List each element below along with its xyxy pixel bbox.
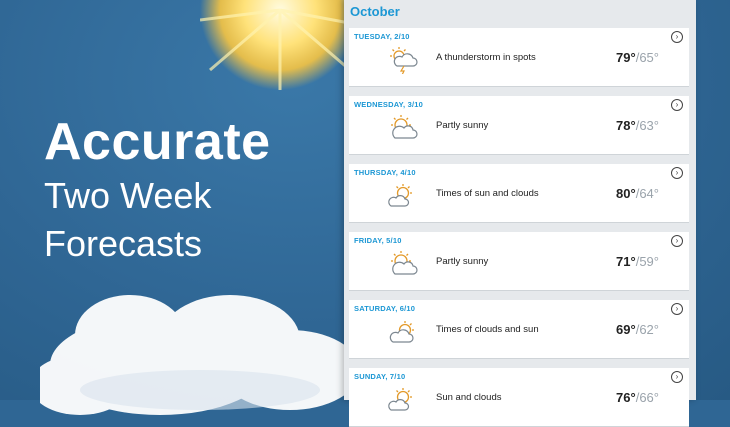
- forecast-temperature: 71°/59°: [616, 254, 659, 269]
- low-temp: /59°: [635, 254, 659, 269]
- chevron-right-icon[interactable]: ›: [671, 167, 683, 179]
- forecast-panel: October TUESDAY, 2/10 A thunderstorm in …: [344, 0, 696, 427]
- promo-line-three: Forecasts: [44, 223, 203, 264]
- low-temp: /65°: [635, 50, 659, 65]
- forecast-date: SATURDAY, 6/10: [354, 304, 416, 313]
- forecast-description: Times of sun and clouds: [436, 188, 539, 199]
- forecast-card-tuesday[interactable]: TUESDAY, 2/10 A thunderstorm in spots 79…: [349, 28, 689, 87]
- high-temp: 69°: [616, 322, 636, 337]
- forecast-date: THURSDAY, 4/10: [354, 168, 416, 177]
- forecast-temperature: 76°/66°: [616, 390, 659, 405]
- forecast-description: Partly sunny: [436, 120, 489, 131]
- chevron-right-icon[interactable]: ›: [671, 303, 683, 315]
- sun-illustration: [200, 0, 360, 90]
- forecast-card-sunday[interactable]: SUNDAY, 7/10 Sun and clouds 76°/66° ›: [349, 368, 689, 427]
- forecast-card-thursday[interactable]: THURSDAY, 4/10 Times of sun and clouds 8…: [349, 164, 689, 223]
- promo-text: Accurate Two Week Forecasts: [44, 112, 271, 268]
- low-temp: /64°: [635, 186, 659, 201]
- high-temp: 79°: [616, 50, 636, 65]
- partly-sunny-icon: [391, 251, 418, 275]
- forecast-card-wednesday[interactable]: WEDNESDAY, 3/10 Partly sunny 78°/63° ›: [349, 96, 689, 155]
- high-temp: 71°: [616, 254, 636, 269]
- thunderstorm-icon: [390, 47, 418, 74]
- forecast-description: Times of clouds and sun: [436, 324, 539, 335]
- forecast-temperature: 78°/63°: [616, 118, 659, 133]
- forecast-date: WEDNESDAY, 3/10: [354, 100, 423, 109]
- cloud-illustration: [40, 295, 360, 415]
- forecast-description: A thunderstorm in spots: [436, 52, 536, 63]
- high-temp: 78°: [616, 118, 636, 133]
- sun-and-clouds-icon: [388, 184, 412, 207]
- low-temp: /66°: [635, 390, 659, 405]
- forecast-temperature: 79°/65°: [616, 50, 659, 65]
- chevron-right-icon[interactable]: ›: [671, 31, 683, 43]
- low-temp: /63°: [635, 118, 659, 133]
- chevron-right-icon[interactable]: ›: [671, 371, 683, 383]
- chevron-right-icon[interactable]: ›: [671, 99, 683, 111]
- high-temp: 76°: [616, 390, 636, 405]
- chevron-right-icon[interactable]: ›: [671, 235, 683, 247]
- forecast-card-saturday[interactable]: SATURDAY, 6/10 Times of clouds and sun 6…: [349, 300, 689, 359]
- forecast-date: TUESDAY, 2/10: [354, 32, 410, 41]
- forecast-temperature: 69°/62°: [616, 322, 659, 337]
- low-temp: /62°: [635, 322, 659, 337]
- forecast-card-friday[interactable]: FRIDAY, 5/10 Partly sunny 71°/59° ›: [349, 232, 689, 291]
- clouds-and-sun-icon: [389, 321, 414, 343]
- forecast-description: Partly sunny: [436, 256, 489, 267]
- forecast-date: FRIDAY, 5/10: [354, 236, 402, 245]
- forecast-temperature: 80°/64°: [616, 186, 659, 201]
- promo-line-two: Two Week: [44, 175, 212, 216]
- high-temp: 80°: [616, 186, 636, 201]
- forecast-date: SUNDAY, 7/10: [354, 372, 406, 381]
- promo-headline: Accurate: [44, 113, 271, 171]
- partly-sunny-icon: [391, 115, 418, 139]
- forecast-description: Sun and clouds: [436, 392, 502, 403]
- month-header: October: [344, 0, 696, 24]
- sun-and-clouds-icon: [388, 388, 412, 411]
